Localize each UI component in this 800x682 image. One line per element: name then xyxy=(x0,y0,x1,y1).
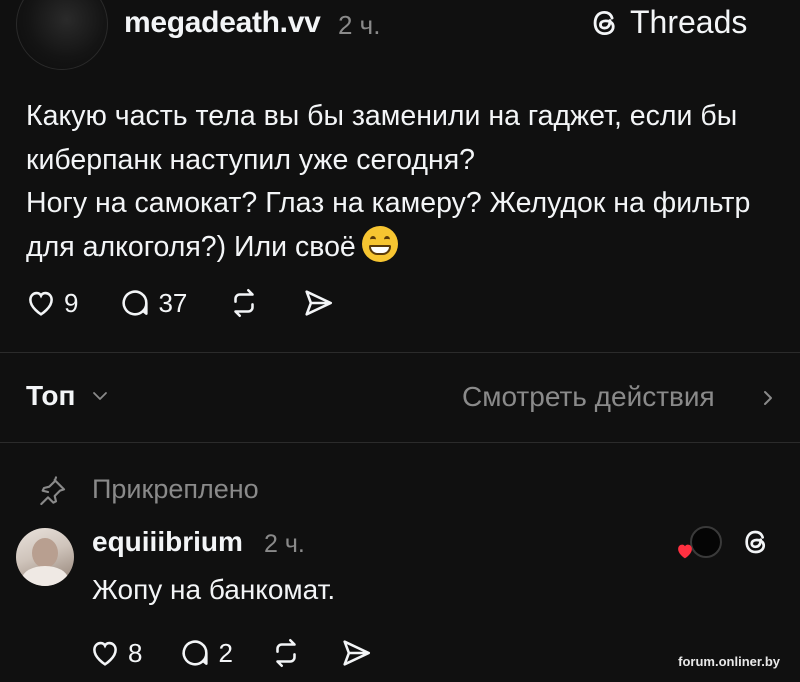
reply-like-count: 8 xyxy=(128,637,143,668)
send-icon xyxy=(343,640,370,666)
reply-action-bar: 8 2 xyxy=(88,636,409,670)
repost-icon xyxy=(234,288,255,318)
post-comment-button[interactable]: 37 xyxy=(118,286,187,320)
post-like-count: 9 xyxy=(64,287,79,318)
reply-author-avatar[interactable] xyxy=(16,528,74,586)
send-icon xyxy=(305,290,333,316)
reply-share-button[interactable] xyxy=(339,636,373,670)
reply-timestamp: 2 ч. xyxy=(264,530,305,558)
threads-icon xyxy=(593,10,615,35)
heart-icon xyxy=(93,641,117,666)
post-repost-button[interactable] xyxy=(227,286,261,320)
post-comment-count: 37 xyxy=(158,287,188,318)
chevron-right-icon[interactable] xyxy=(760,386,776,410)
heart-icon xyxy=(29,291,53,316)
divider xyxy=(0,442,800,443)
post-author-username[interactable]: megadeath.vv xyxy=(124,6,321,40)
watermark: forum.onliner.by xyxy=(678,654,780,669)
post-action-bar: 9 37 xyxy=(24,286,375,320)
threads-wordmark: Threads xyxy=(630,4,748,40)
post-text-paragraph-1: Какую часть тела вы бы заменили на гадже… xyxy=(26,100,738,176)
reply-comment-button[interactable]: 2 xyxy=(178,636,233,670)
post-share-button[interactable] xyxy=(301,286,335,320)
reply-repost-button[interactable] xyxy=(269,636,303,670)
reply-text: Жопу на банкомат. xyxy=(92,574,336,605)
reply-like-button[interactable]: 8 xyxy=(88,636,142,670)
threads-icon[interactable] xyxy=(740,526,772,558)
chevron-down-icon[interactable] xyxy=(90,386,110,406)
reply-author-username[interactable]: equiiibrium xyxy=(92,526,243,558)
sort-dropdown-label[interactable]: Топ xyxy=(26,380,75,412)
reply-comment-count: 2 xyxy=(218,637,233,668)
post-text-paragraph-2: Ногу на самокат? Глаз на камеру? Желудок… xyxy=(26,181,786,269)
post-timestamp: 2 ч. xyxy=(338,10,381,40)
threads-logo: Threads xyxy=(588,4,747,41)
view-activity-link[interactable]: Смотреть действия xyxy=(462,381,715,413)
post-author-avatar[interactable] xyxy=(16,0,108,70)
comment-icon xyxy=(122,290,149,316)
heart-filled-icon xyxy=(678,544,692,559)
repost-icon xyxy=(276,638,296,668)
pin-icon xyxy=(40,476,66,506)
pinned-label: Прикреплено xyxy=(92,474,259,504)
divider xyxy=(0,352,800,353)
comment-icon xyxy=(182,640,209,666)
post-like-button[interactable]: 9 xyxy=(24,286,78,320)
grinning-face-emoji-icon xyxy=(361,226,398,262)
